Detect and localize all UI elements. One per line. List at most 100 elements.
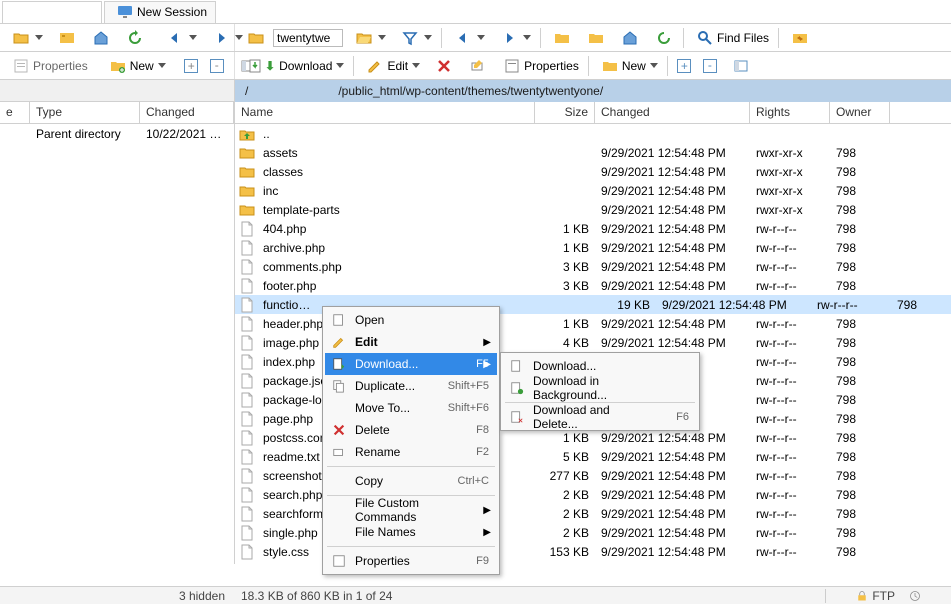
file-rights: rwxr-xr-x <box>750 146 830 160</box>
file-row[interactable]: template-parts9/29/2021 12:54:48 PMrwxr-… <box>235 200 951 219</box>
plus-button-r[interactable]: + <box>672 56 696 76</box>
session-tab-current[interactable] <box>2 1 102 23</box>
new-button-r[interactable]: New <box>593 55 663 77</box>
file-owner: 798 <box>830 355 890 369</box>
ctx-file-names[interactable]: File Names▶ <box>325 521 497 543</box>
file-row[interactable]: classes9/29/2021 12:54:48 PMrwxr-xr-x798 <box>235 162 951 181</box>
back-button-r[interactable] <box>446 27 490 49</box>
file-size: 4 KB <box>535 336 595 350</box>
edit-button[interactable]: Edit <box>358 55 425 77</box>
ctx-edit[interactable]: Edit▶ <box>325 331 497 353</box>
ctx-rename[interactable]: RenameF2 <box>325 441 497 463</box>
file-row[interactable]: assets9/29/2021 12:54:48 PMrwxr-xr-x798 <box>235 143 951 162</box>
file-name: archive.php <box>257 241 331 255</box>
file-name: page.php <box>257 412 319 426</box>
minus-button-r[interactable]: - <box>698 56 722 76</box>
bookmark1-button[interactable] <box>545 27 577 49</box>
file-rights: rw-r--r-- <box>750 279 830 293</box>
col-size[interactable]: Size <box>535 102 595 123</box>
plus-button-l[interactable]: + <box>179 56 203 76</box>
file-name: search.php <box>257 488 328 502</box>
forward-button-r[interactable] <box>492 27 536 49</box>
chevron-down-icon <box>189 35 197 41</box>
download-bg-icon <box>510 381 524 395</box>
file-icon <box>239 373 255 389</box>
new-session-label: New Session <box>137 5 207 19</box>
file-name: single.php <box>257 526 324 540</box>
file-row[interactable]: 404.php1 KB9/29/2021 12:54:48 PMrw-r--r-… <box>235 219 951 238</box>
file-name: template-parts <box>257 203 346 217</box>
ctx-file-custom[interactable]: File Custom Commands▶ <box>325 499 497 521</box>
ctx-copy[interactable]: CopyCtrl+C <box>325 470 497 492</box>
open-folder-button-r[interactable] <box>347 27 391 49</box>
section-toggle-r[interactable] <box>724 55 756 77</box>
row-changed: 10/22/2021 10:28: <box>140 127 234 141</box>
remote-path-input[interactable] <box>273 29 343 47</box>
ctx-open[interactable]: Open <box>325 309 497 331</box>
file-row[interactable]: .. <box>235 124 951 143</box>
col-type-local[interactable]: Type <box>30 102 140 123</box>
file-owner: 798 <box>830 450 890 464</box>
pencil-icon <box>332 335 346 349</box>
sub-download-del[interactable]: Download and Delete...F6 <box>503 406 697 428</box>
local-path-bar[interactable] <box>0 80 234 102</box>
properties-button-l[interactable]: Properties <box>4 55 93 77</box>
file-owner: 798 <box>830 317 890 331</box>
minus-button-l[interactable]: - <box>205 56 229 76</box>
file-owner: 798 <box>830 469 890 483</box>
col-name[interactable]: Name <box>235 102 535 123</box>
ctx-move-to[interactable]: Move To...Shift+F6 <box>325 397 497 419</box>
file-row[interactable]: footer.php3 KB9/29/2021 12:54:48 PMrw-r-… <box>235 276 951 295</box>
download-button[interactable]: ⬇Download <box>239 55 349 77</box>
open-folder-button[interactable] <box>4 27 48 49</box>
back-button[interactable] <box>158 27 202 49</box>
file-row[interactable]: archive.php1 KB9/29/2021 12:54:48 PMrw-r… <box>235 238 951 257</box>
file-owner: 798 <box>830 203 890 217</box>
new-button-l[interactable]: New <box>101 55 171 77</box>
remote-path-bar[interactable]: / /public_html/wp-content/themes/twentyt… <box>235 80 951 102</box>
chevron-down-icon <box>158 63 166 69</box>
file-row-parent[interactable]: Parent directory 10/22/2021 10:28: <box>0 124 234 143</box>
folder-open-icon <box>588 30 604 46</box>
find-files-button[interactable]: Find Files <box>688 27 774 49</box>
file-rights: rw-r--r-- <box>750 260 830 274</box>
download-icon <box>332 357 346 371</box>
file-owner: 798 <box>830 279 890 293</box>
properties-button-r[interactable]: Properties <box>495 55 584 77</box>
folder-icon <box>239 164 255 180</box>
bookmark2-button[interactable] <box>579 27 611 49</box>
file-owner: 798 <box>830 431 890 445</box>
download-icon <box>248 58 264 74</box>
address-folder-icon <box>239 27 271 49</box>
file-rights: rw-r--r-- <box>750 488 830 502</box>
rename-button-tb[interactable] <box>461 55 493 77</box>
ctx-delete[interactable]: DeleteF8 <box>325 419 497 441</box>
file-rights: rw-r--r-- <box>750 450 830 464</box>
ctx-properties[interactable]: PropertiesF9 <box>325 550 497 572</box>
folder-tree-button[interactable] <box>50 27 82 49</box>
col-rights[interactable]: Rights <box>750 102 830 123</box>
session-tab-new[interactable]: New Session <box>104 1 216 23</box>
file-icon <box>239 525 255 541</box>
file-row[interactable]: comments.php3 KB9/29/2021 12:54:48 PMrw-… <box>235 257 951 276</box>
status-protocol[interactable]: FTP <box>825 589 951 603</box>
file-row[interactable]: inc9/29/2021 12:54:48 PMrwxr-xr-x798 <box>235 181 951 200</box>
refresh-button[interactable] <box>118 27 150 49</box>
home-button-r[interactable] <box>613 27 645 49</box>
col-owner[interactable]: Owner <box>830 102 890 123</box>
col-changed-local[interactable]: Changed <box>140 102 234 123</box>
home-button[interactable] <box>84 27 116 49</box>
col-changed[interactable]: Changed <box>595 102 750 123</box>
refresh-button-r[interactable] <box>647 27 679 49</box>
col-name-local[interactable]: e <box>0 102 30 123</box>
sync-button[interactable] <box>783 27 815 49</box>
ctx-download[interactable]: Download...F5▶ <box>325 353 497 375</box>
ctx-duplicate[interactable]: Duplicate...Shift+F5 <box>325 375 497 397</box>
file-owner: 798 <box>830 545 890 559</box>
sub-download-bg[interactable]: Download in Background... <box>503 377 697 399</box>
filter-button[interactable] <box>393 27 437 49</box>
local-file-list[interactable]: Parent directory 10/22/2021 10:28: <box>0 124 234 564</box>
open-folder-icon <box>356 30 372 46</box>
file-rights: rw-r--r-- <box>750 507 830 521</box>
delete-button[interactable] <box>427 55 459 77</box>
